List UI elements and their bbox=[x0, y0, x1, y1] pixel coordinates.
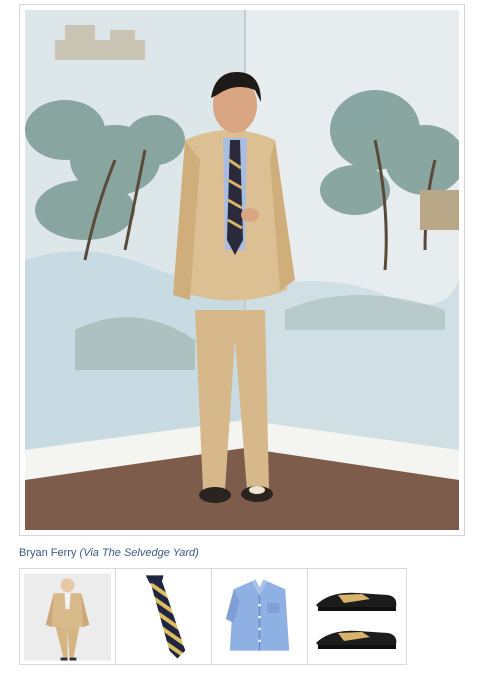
photo-caption: Bryan Ferry (Via The Selvedge Yard) bbox=[19, 546, 199, 560]
tie-icon bbox=[145, 575, 186, 659]
thumbnail-suit[interactable] bbox=[20, 569, 116, 664]
thumbnail-shoes[interactable] bbox=[308, 569, 404, 664]
photo-illustration bbox=[25, 10, 459, 530]
thumbnail-tie[interactable] bbox=[116, 569, 212, 664]
product-thumbnail-strip bbox=[19, 568, 407, 665]
photo-frame bbox=[19, 4, 465, 536]
bryan-ferry-photo[interactable] bbox=[25, 10, 459, 530]
caption-via-link[interactable]: (Via The Selvedge Yard) bbox=[80, 547, 199, 559]
caption-name-link[interactable]: Bryan Ferry bbox=[19, 547, 76, 559]
shoes-icon bbox=[316, 592, 397, 649]
suit-icon bbox=[23, 573, 112, 661]
shirt-icon bbox=[225, 579, 290, 651]
thumbnail-shirt[interactable] bbox=[212, 569, 308, 664]
